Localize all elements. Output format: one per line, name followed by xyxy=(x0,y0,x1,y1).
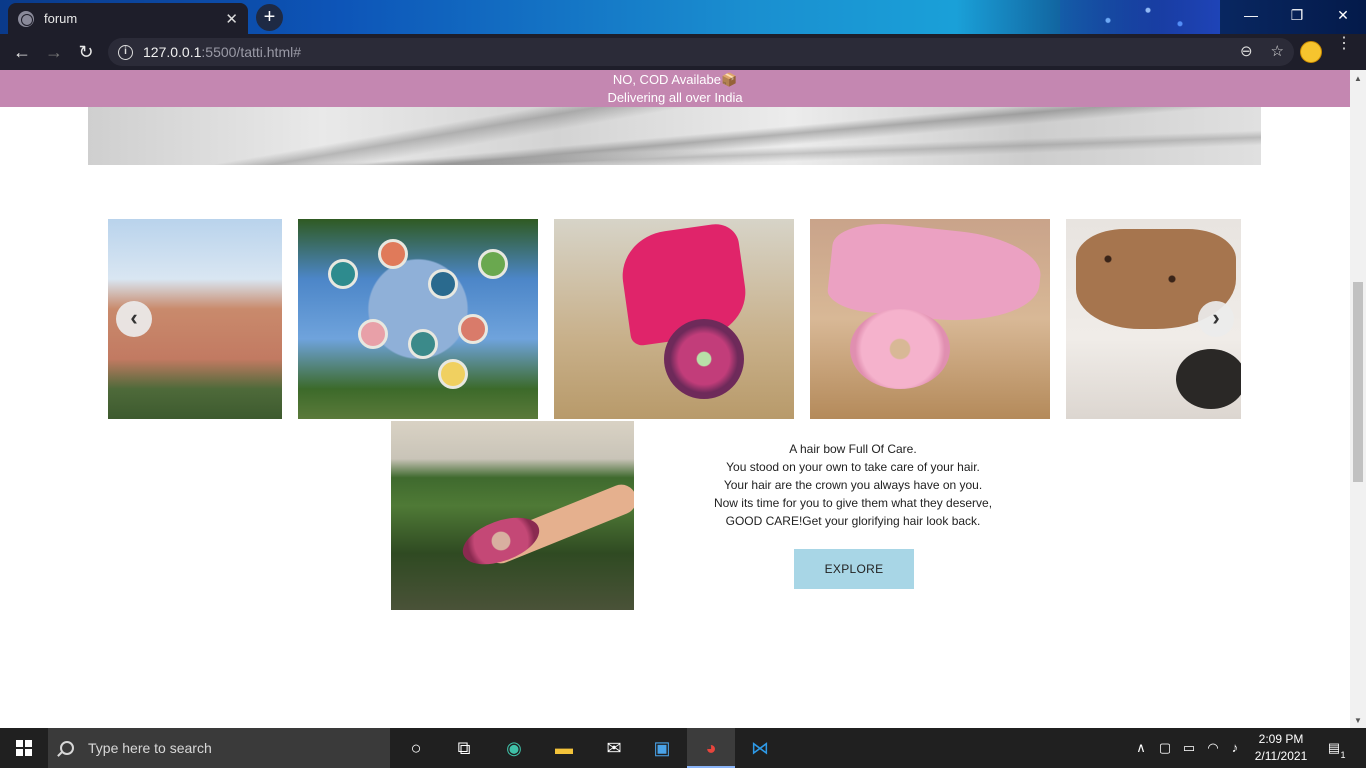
product-carousel: ‹ › xyxy=(108,219,1241,419)
announcement-line1: NO, COD Availabe xyxy=(612,72,721,87)
scrunchie-shape xyxy=(1176,349,1241,409)
edge-icon[interactable]: ◉ xyxy=(490,728,538,768)
scroll-up-icon[interactable]: ▲ xyxy=(1353,74,1363,84)
vscode-icon[interactable]: ⋈ xyxy=(736,728,784,768)
explore-button[interactable]: EXPLORE xyxy=(794,549,914,589)
feature-line: Your hair are the crown you always have … xyxy=(723,478,983,492)
page-viewport: NO, COD Availabe📦 Delivering all over In… xyxy=(0,70,1350,728)
new-tab-button[interactable]: + xyxy=(256,4,283,31)
url-path: :5500/tatti.html# xyxy=(201,44,302,60)
tin-shape xyxy=(378,239,408,269)
tin-shape xyxy=(328,259,358,289)
close-tab-icon[interactable]: ✕ xyxy=(225,10,238,28)
feature-line: Now its time for you to give them what t… xyxy=(713,496,993,510)
scrunchie-shape xyxy=(850,309,950,389)
announcement-line2: Delivering all over India xyxy=(607,90,743,105)
system-clock[interactable]: 2:09 PM 2/11/2021 xyxy=(1248,731,1314,765)
chrome-icon[interactable]: ◕ xyxy=(687,728,735,768)
minimize-button[interactable]: — xyxy=(1228,0,1274,30)
reload-button[interactable]: ↻ xyxy=(70,36,102,68)
page-scrollbar[interactable]: ▲ ▼ xyxy=(1350,70,1366,728)
carousel-prev-button[interactable]: ‹ xyxy=(116,301,152,337)
feature-line: GOOD CARE!Get your glorifying hair look … xyxy=(725,514,981,528)
scrunchie-shape xyxy=(664,319,744,399)
browser-menu-icon[interactable]: ⋮ xyxy=(1336,36,1352,52)
windows-taskbar: Type here to search ○ ⧉ ◉ ▬ ✉ ▣ ◕ ⋈ ∧ ▢ … xyxy=(0,728,1366,768)
address-bar[interactable]: i 127.0.0.1 :5500/tatti.html# ⊖ ☆ xyxy=(108,38,1294,66)
mask-shape xyxy=(825,219,1045,330)
tin-shape xyxy=(478,249,508,279)
back-button[interactable]: ← xyxy=(6,36,38,68)
mail-icon[interactable]: ✉ xyxy=(590,728,638,768)
volume-icon[interactable]: ♪ xyxy=(1226,728,1244,768)
tab-title: forum xyxy=(44,11,78,26)
feature-line: You stood on your own to take care of yo… xyxy=(726,460,980,474)
zoom-icon[interactable]: ⊖ xyxy=(1240,42,1253,60)
scroll-down-icon[interactable]: ▼ xyxy=(1353,716,1363,726)
carousel-next-button[interactable]: › xyxy=(1198,301,1234,337)
tin-shape xyxy=(428,269,458,299)
taskbar-search[interactable]: Type here to search xyxy=(48,728,390,768)
marble-banner-image xyxy=(88,107,1261,165)
site-info-icon[interactable]: i xyxy=(118,44,133,60)
globe-icon xyxy=(18,10,34,27)
tin-shape xyxy=(458,314,488,344)
carousel-image-pink-mask-scrunchie[interactable] xyxy=(810,219,1050,419)
feature-line: A hair bow Full Of Care. xyxy=(789,442,917,456)
restore-button[interactable]: ❐ xyxy=(1274,0,1320,30)
announcement-bar: NO, COD Availabe📦 Delivering all over In… xyxy=(0,70,1350,107)
store-icon[interactable]: ▣ xyxy=(638,728,686,768)
meet-now-icon[interactable]: ▢ xyxy=(1156,728,1174,768)
task-view-icon[interactable]: ⧉ xyxy=(440,728,488,768)
cortana-icon[interactable]: ○ xyxy=(392,728,440,768)
carousel-image-hair-care-tins[interactable] xyxy=(298,219,538,419)
url-host: 127.0.0.1 xyxy=(143,44,202,60)
tin-shape xyxy=(358,319,388,349)
clock-date: 2/11/2021 xyxy=(1254,749,1308,763)
notification-count: 1 xyxy=(1340,750,1346,760)
feature-description: A hair bow Full Of Care. You stood on yo… xyxy=(690,440,1016,530)
windows-logo-icon xyxy=(16,740,32,756)
carousel-image-pink-mask-floral[interactable] xyxy=(554,219,794,419)
clock-time: 2:09 PM xyxy=(1258,732,1304,746)
start-button[interactable] xyxy=(0,728,48,768)
profile-avatar[interactable] xyxy=(1300,41,1322,63)
tin-shape xyxy=(408,329,438,359)
tin-shape xyxy=(438,359,468,389)
taskbar-search-placeholder: Type here to search xyxy=(88,740,212,756)
browser-tab[interactable]: forum ✕ xyxy=(8,3,248,34)
package-icon: 📦 xyxy=(720,72,738,87)
browser-toolbar: ← → ↻ i 127.0.0.1 :5500/tatti.html# ⊖ ☆ xyxy=(0,34,1366,70)
file-explorer-icon[interactable]: ▬ xyxy=(540,728,588,768)
wifi-icon[interactable]: ◠ xyxy=(1204,728,1222,768)
scrollbar-thumb[interactable] xyxy=(1353,282,1363,482)
battery-icon[interactable]: ▭ xyxy=(1180,728,1198,768)
wallpaper-sparkle xyxy=(1060,0,1220,34)
window-close-button[interactable]: ✕ xyxy=(1320,0,1366,30)
feature-image xyxy=(391,421,634,610)
search-icon xyxy=(60,741,74,755)
bookmark-star-icon[interactable]: ☆ xyxy=(1271,42,1284,60)
tray-overflow-icon[interactable]: ∧ xyxy=(1132,728,1150,768)
forward-button[interactable]: → xyxy=(38,36,70,68)
browser-titlebar: forum ✕ + — ❐ ✕ xyxy=(0,0,1366,34)
